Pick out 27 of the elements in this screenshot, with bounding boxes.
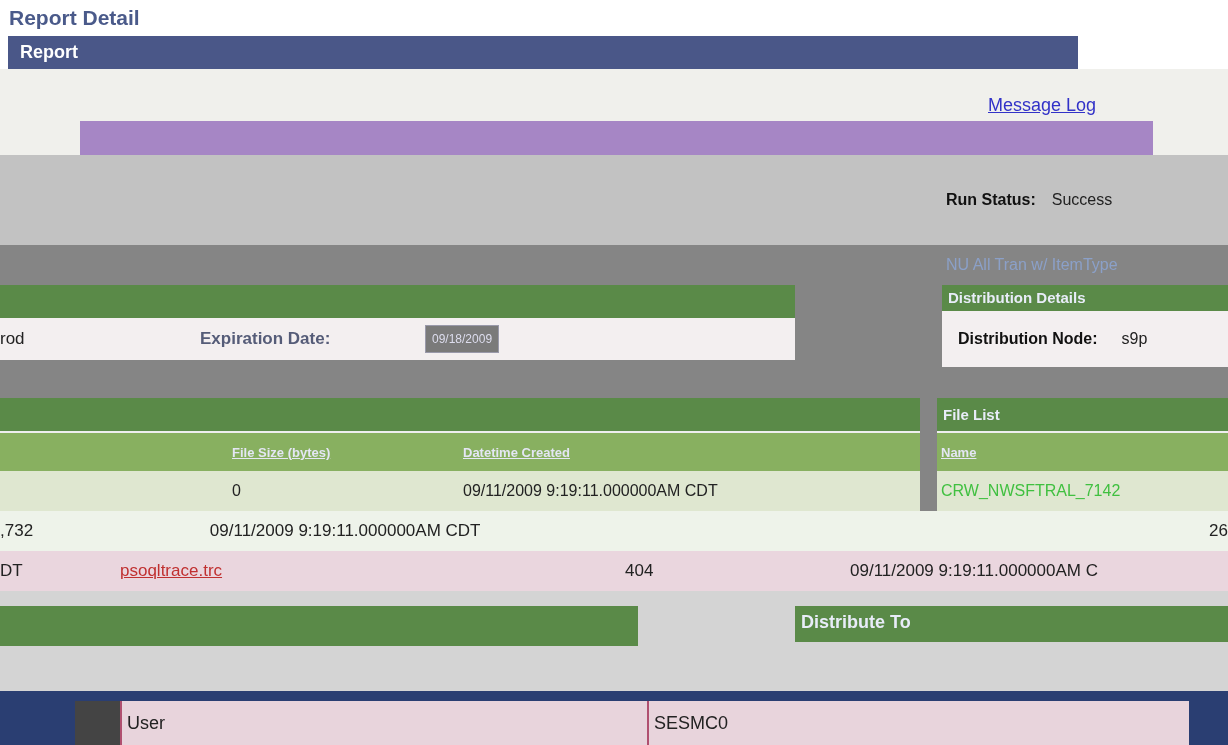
page-title: Report Detail [8,5,141,31]
field-label: Expiration Date: [200,329,332,349]
table-cell: 09/11/2009 9:19:11.000000AM C [850,561,1098,581]
field-label: Distribution Node: [958,330,1098,348]
panel-header: Distribution Details [942,285,1228,311]
table-cell: User [120,701,647,745]
file-link[interactable]: psoqltrace.trc [120,561,625,581]
field-label: Run Status: [946,191,1036,209]
report-description: NU All Tran w/ ItemType [945,255,1119,275]
table-cell-text: DT [0,561,24,581]
field-value: s9p [1121,330,1148,348]
field-value: Success [1051,191,1113,209]
table-cell-text: ,732 [0,521,35,541]
column-header[interactable]: File Size (bytes) [228,444,459,460]
date-field: 09/18/2009 [425,325,500,353]
table-cell: 26 [1209,521,1228,541]
panel-header: Distribute To [795,606,1228,642]
table-cell-text: 09/11/2009 9:19:11.000000AM CDT [462,482,718,500]
table-cell: SESMC0 [647,701,1189,745]
table-cell-text: 0 [231,482,242,500]
section-header: Report [8,36,1078,69]
table-header: File List [937,398,1228,431]
table-cell-text: 09/11/2009 9:19:11.000000AM CDT [209,521,482,541]
field-value: rod [0,329,26,349]
message-log-link[interactable]: Message Log [988,95,1097,121]
column-header[interactable]: Datetime Created [459,444,690,460]
table-cell-text: 404 [625,561,655,581]
